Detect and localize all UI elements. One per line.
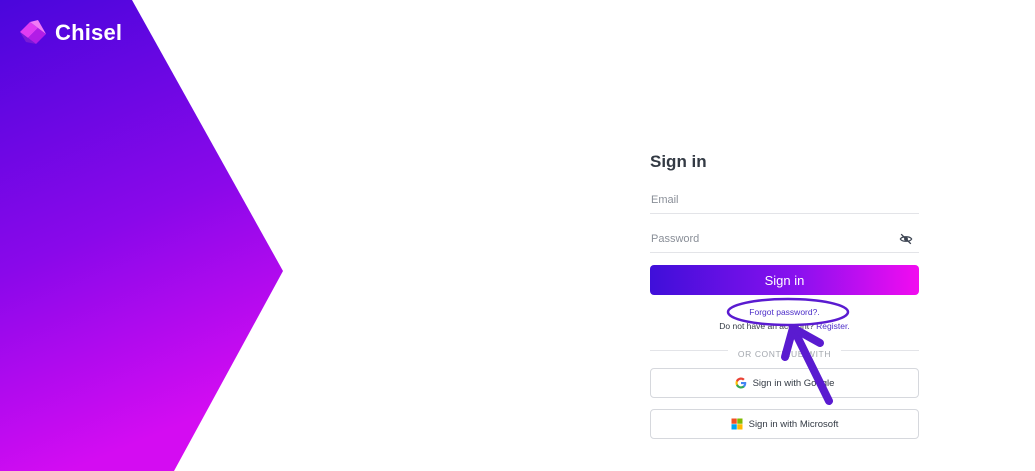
google-icon xyxy=(735,377,746,389)
email-field-wrapper xyxy=(650,189,919,214)
chisel-logo-icon xyxy=(20,20,46,44)
signin-title: Sign in xyxy=(650,152,707,171)
forgot-password-link[interactable]: Forgot password?. xyxy=(650,307,919,317)
register-prompt: Do not have an account? Register. xyxy=(650,321,919,331)
password-field-wrapper xyxy=(650,228,919,253)
eye-slash-icon[interactable] xyxy=(899,232,913,246)
microsoft-signin-label: Sign in with Microsoft xyxy=(748,418,839,430)
no-account-text: Do not have an account? xyxy=(719,321,814,331)
login-page: Chisel Sign in Sign in Forgot password?.… xyxy=(0,0,1035,471)
microsoft-signin-button[interactable]: Sign in with Microsoft xyxy=(650,409,919,439)
google-signin-label: Sign in with Google xyxy=(752,377,835,389)
brand-hero-panel xyxy=(0,0,285,471)
divider-label: OR CONTINUE WITH xyxy=(727,349,842,359)
microsoft-icon xyxy=(731,418,743,430)
brand-logo[interactable]: Chisel xyxy=(18,18,122,48)
email-input[interactable] xyxy=(650,189,919,211)
signin-button[interactable]: Sign in xyxy=(650,265,919,295)
brand-name: Chisel xyxy=(55,20,123,45)
google-signin-button[interactable]: Sign in with Google xyxy=(650,368,919,398)
or-divider: OR CONTINUE WITH xyxy=(650,344,919,359)
hero-chevron-shape xyxy=(0,0,283,471)
password-input[interactable] xyxy=(650,228,919,250)
signin-form: Sign in Sign in Forgot password?. Do not… xyxy=(650,150,919,439)
register-link[interactable]: Register. xyxy=(816,321,850,331)
